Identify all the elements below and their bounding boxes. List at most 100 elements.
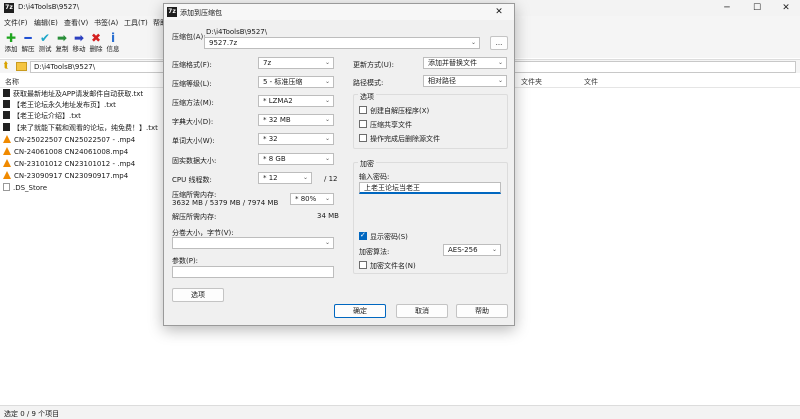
list-item[interactable]: .DS_Store [3,183,47,193]
close-button[interactable]: ✕ [771,0,800,16]
chevron-down-icon: ⌄ [324,135,330,142]
checkbox-box [359,134,367,142]
menu-bookmarks[interactable]: 书签(A) [94,18,118,28]
archive-dir-text: D:\i4ToolsB\9527\ [206,28,268,36]
file-type-icon [3,135,11,143]
format-label: 压缩格式(F): [172,61,212,69]
list-item[interactable]: CN-24061008 CN24061008.mp4 [3,147,128,157]
dialog-title: 添加到压缩包 [180,9,222,17]
checkbox-box [359,261,367,269]
mem-value: 3632 MB / 5379 MB / 7974 MB [172,199,279,207]
app-logo-icon: 7z [167,7,177,17]
chevron-down-icon: ⌄ [497,77,503,84]
checkbox-box [359,106,367,114]
delete-after-label: 操作完成后删除源文件 [370,135,440,143]
app-logo-icon: 7z [4,3,14,13]
update-select[interactable]: 添加并替换文件 ⌄ [423,57,507,69]
archive-label: 压缩包(A): [172,33,206,41]
checkbox-box [359,120,367,128]
solid-value: * 8 GB [263,155,286,163]
threads-select[interactable]: * 12 ⌄ [258,172,312,184]
info-label: 信息 [106,45,120,53]
threads-label: CPU 线程数: [172,176,212,184]
mem-percent-select[interactable]: * 80% ⌄ [290,193,334,205]
encrypt-names-checkbox[interactable]: 加密文件名(N) [359,261,416,271]
maximize-button[interactable]: ☐ [742,0,772,16]
password-label: 输入密码: [359,173,390,181]
menu-file[interactable]: 文件(F) [4,18,28,28]
method-value: * LZMA2 [263,97,293,105]
cancel-button[interactable]: 取消 [396,304,448,318]
chevron-down-icon: ⌄ [324,116,330,123]
level-label: 压缩等级(L): [172,80,212,88]
split-combo[interactable]: ⌄ [172,237,334,249]
add-to-archive-dialog: 7z 添加到压缩包 ✕ 压缩包(A): D:\i4ToolsB\9527\ 95… [163,3,515,326]
list-item[interactable]: 【来了就能下载和观看的论坛，纯免费！】.txt [3,123,158,133]
dict-select[interactable]: * 32 MB ⌄ [258,114,334,126]
enc-method-select[interactable]: AES-256 ⌄ [443,244,501,256]
file-type-icon [3,147,11,155]
encrypt-names-label: 加密文件名(N) [370,262,416,270]
format-select[interactable]: 7z ⌄ [258,57,334,69]
file-name: CN-23090917 CN23090917.mp4 [14,172,129,180]
file-type-icon [3,89,10,97]
password-input[interactable]: 上老王论坛当老王 [359,182,501,194]
chevron-down-icon: ⌄ [324,78,330,85]
list-item[interactable]: 获取最新地址及APP请发邮件自动获取.txt [3,89,143,99]
show-password-checkbox[interactable]: 显示密码(S) [359,231,408,242]
sfx-checkbox[interactable]: 创建自解压程序(X) [359,106,429,116]
list-item[interactable]: CN-25022507 CN25022507 - .mp4 [3,135,135,145]
menu-edit[interactable]: 编辑(E) [34,18,58,28]
chevron-down-icon: ⌄ [324,97,330,104]
method-select[interactable]: * LZMA2 ⌄ [258,95,334,107]
shared-files-checkbox[interactable]: 压缩共享文件 [359,120,412,130]
enc-method-value: AES-256 [448,246,478,254]
list-item[interactable]: 【老王论坛永久地址发布页】.txt [3,100,116,110]
column-files[interactable]: 文件 [584,77,598,87]
options-button[interactable]: 选项 [172,288,224,302]
dialog-title-bar: 7z 添加到压缩包 ✕ [164,4,514,20]
info-icon: i [110,31,116,45]
file-type-icon [3,159,11,167]
ok-button[interactable]: 确定 [334,304,386,318]
menu-tools[interactable]: 工具(T) [124,18,148,28]
archive-name-value: 9527.7z [209,39,238,47]
browse-button[interactable]: ... [490,36,508,50]
show-password-label: 显示密码(S) [370,233,408,241]
up-folder-icon[interactable]: ⮬ [4,61,9,71]
help-button[interactable]: 帮助 [456,304,508,318]
sfx-label: 创建自解压程序(X) [370,107,430,115]
word-value: * 32 [263,135,278,143]
column-name[interactable]: 名称 [5,77,19,87]
chevron-down-icon: ⌄ [470,39,476,46]
column-folders[interactable]: 文件夹 [521,77,542,87]
chevron-down-icon: ⌄ [324,239,330,246]
archive-name-combo[interactable]: 9527.7z ⌄ [204,37,480,49]
mem-percent-value: * 80% [295,195,317,203]
word-select[interactable]: * 32 ⌄ [258,133,334,145]
file-type-icon [3,171,11,179]
window-title: D:\i4ToolsB\9527\ [18,3,80,11]
encryption-group-title: 加密 [358,159,376,169]
menu-view[interactable]: 查看(V) [64,18,88,28]
list-item[interactable]: CN-23101012 CN23101012 - .mp4 [3,159,135,169]
file-type-icon [3,111,10,119]
method-label: 压缩方法(M): [172,99,214,107]
minimize-button[interactable]: ─ [712,0,742,16]
dialog-close-button[interactable]: ✕ [484,4,514,20]
solid-select[interactable]: * 8 GB ⌄ [258,153,334,165]
list-item[interactable]: CN-23090917 CN23090917.mp4 [3,171,128,181]
solid-label: 固实数据大小: [172,157,217,165]
chevron-down-icon: ⌄ [497,59,503,66]
pathmode-select[interactable]: 相对路径 ⌄ [423,75,507,87]
file-name: 获取最新地址及APP请发邮件自动获取.txt [13,90,144,98]
dict-label: 字典大小(D): [172,118,214,126]
file-name: CN-23101012 CN23101012 - .mp4 [14,160,136,168]
pathmode-value: 相对路径 [428,77,456,85]
params-input[interactable] [172,266,334,278]
delete-after-checkbox[interactable]: 操作完成后删除源文件 [359,134,440,144]
level-select[interactable]: 5 - 标准压缩 ⌄ [258,76,334,88]
format-value: 7z [263,59,272,67]
info-button[interactable]: i 信息 [103,31,123,57]
list-item[interactable]: 【老王论坛介绍】.txt [3,111,81,121]
